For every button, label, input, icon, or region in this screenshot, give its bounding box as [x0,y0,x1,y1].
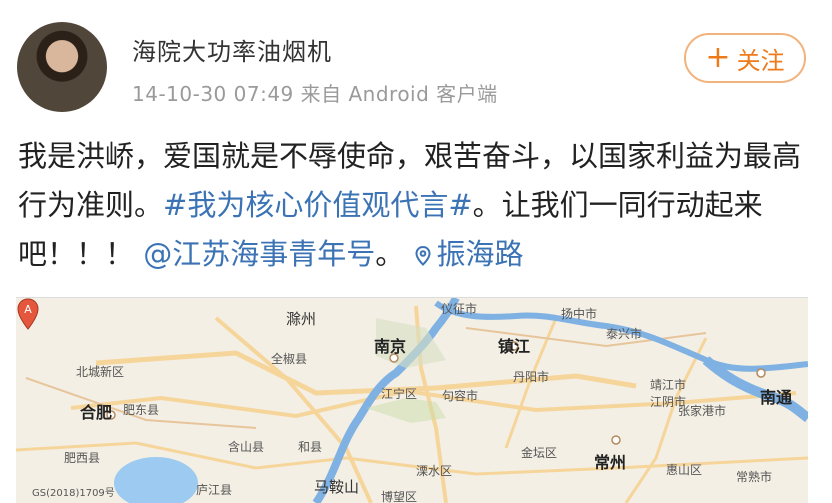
hashtag-link[interactable]: #我为核心价值观代言# [163,188,473,222]
post-text-part3: 。 [375,237,405,271]
location-map[interactable]: 滁州 仪征市 扬中市 泰兴市 全椒县 南京 镇江 北城新区 丹阳市 靖江市 江阴… [16,297,808,503]
username[interactable]: 海院大功率油烟机 [132,32,332,67]
map-label: 全椒县 [271,352,308,366]
location-link[interactable]: 振海路 [413,237,524,271]
map-label: 肥东县 [123,403,160,417]
avatar[interactable] [17,22,107,112]
map-label: 南通 [760,388,793,407]
map-marker-letter: A [24,303,32,316]
map-label: 南京 [374,337,407,356]
plus-icon: + [705,40,731,75]
map-label: 马鞍山 [314,478,360,496]
map-label: 和县 [298,440,323,454]
follow-label: 关注 [736,46,785,75]
map-label: 常州 [594,453,627,472]
location-pin-icon [415,246,431,266]
map-marker-icon[interactable]: A [16,298,40,330]
map-label: 张家港市 [678,404,727,418]
mention-link[interactable]: @江苏海事青年号 [143,237,375,271]
follow-button[interactable]: + 关注 [684,33,806,83]
map-label: 合肥 [80,403,113,422]
map-label: 句容市 [442,389,479,403]
map-label: 惠山区 [666,463,703,477]
map-copyright: GS(2018)1709号 [32,488,115,499]
map-label: 镇江 [498,337,531,356]
map-label: 肥西县 [64,451,101,465]
map-label: 博望区 [381,490,418,503]
map-label: 泰兴市 [606,327,643,341]
location-label: 振海路 [436,237,524,271]
map-label: 滁州 [286,310,317,328]
post-meta: 14-10-30 07:49 来自 Android 客户端 [132,82,498,106]
post-text: 我是洪峤，爱国就是不辱使命，艰苦奋斗，以国家利益为最高行为准则。#我为核心价值观… [18,132,808,279]
map-label: 江宁区 [381,387,418,401]
map-label: 溧水区 [416,464,453,478]
map-label: 常熟市 [736,470,773,484]
map-label: 北城新区 [76,365,125,379]
map-label: 庐江县 [196,483,233,497]
map-label: 含山县 [228,440,265,454]
map-label: 扬中市 [561,307,598,321]
map-label: 靖江市 [650,378,687,392]
map-label: 丹阳市 [513,370,550,384]
map-label: 仪征市 [441,302,478,316]
map-label: 金坛区 [521,446,558,460]
